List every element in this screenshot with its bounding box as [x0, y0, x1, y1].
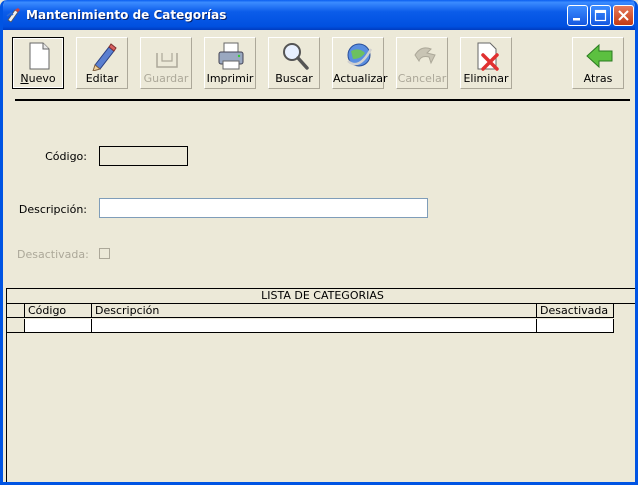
pencil-icon [92, 43, 117, 71]
save-icon [156, 53, 178, 68]
delete-button-label: Eliminar [463, 72, 509, 85]
grid-title: LISTA DE CATEGORIAS [7, 289, 635, 304]
cell-desactivada[interactable] [537, 319, 614, 333]
descripcion-label: Descripción: [18, 203, 87, 216]
title-bar[interactable]: Mantenimiento de Categorías [3, 0, 635, 30]
save-button[interactable]: Guardar [140, 37, 192, 89]
new-document-icon [29, 42, 50, 70]
printer-icon [218, 42, 244, 70]
cancel-button[interactable]: Cancelar [396, 37, 448, 89]
grid-header: Código Descripción Desactivada [7, 304, 614, 318]
cell-codigo[interactable] [25, 319, 92, 333]
codigo-field[interactable] [99, 146, 188, 166]
minimize-button[interactable] [567, 5, 588, 26]
close-button[interactable] [613, 5, 634, 26]
delete-button[interactable]: Eliminar [460, 37, 512, 89]
new-button[interactable]: Nuevo [12, 37, 64, 89]
column-header-descripcion[interactable]: Descripción [92, 304, 537, 318]
cancel-icon [414, 47, 436, 65]
categories-grid: LISTA DE CATEGORIAS Código Descripción D… [6, 288, 635, 482]
print-button-label: Imprimir [206, 72, 254, 85]
app-icon [6, 7, 22, 23]
column-header-codigo[interactable]: Código [25, 304, 92, 318]
column-header-desactivada[interactable]: Desactivada [537, 304, 614, 318]
edit-button-label: Editar [85, 72, 119, 85]
search-button-label: Buscar [275, 72, 313, 85]
desactivada-label: Desactivada: [17, 248, 89, 261]
delete-document-icon [477, 42, 499, 71]
descripcion-field[interactable] [99, 198, 428, 218]
row-selector[interactable] [7, 319, 25, 333]
codigo-label: Código: [45, 150, 87, 163]
new-button-label: Nuevo [20, 72, 56, 85]
toolbar-separator [15, 99, 630, 101]
refresh-button[interactable]: Actualizar [332, 37, 388, 89]
row-header-corner [7, 304, 25, 318]
back-button-label: Atras [583, 72, 613, 85]
maximize-button[interactable] [590, 5, 611, 26]
refresh-button-label: Actualizar [333, 72, 388, 85]
print-button[interactable]: Imprimir [204, 37, 256, 89]
refresh-globe-icon [347, 43, 373, 67]
search-button[interactable]: Buscar [268, 37, 320, 89]
cancel-button-label: Cancelar [397, 72, 447, 85]
magnifier-icon [283, 43, 309, 70]
back-button[interactable]: Atras [572, 37, 624, 89]
desactivada-checkbox[interactable] [99, 248, 110, 259]
save-button-label: Guardar [143, 72, 189, 85]
table-row[interactable] [7, 319, 614, 333]
main-window: Mantenimiento de Categorías Nuevo Editar [0, 0, 638, 485]
back-arrow-icon [586, 43, 613, 69]
cell-descripcion[interactable] [92, 319, 537, 333]
window-title: Mantenimiento de Categorías [26, 8, 227, 22]
edit-button[interactable]: Editar [76, 37, 128, 89]
